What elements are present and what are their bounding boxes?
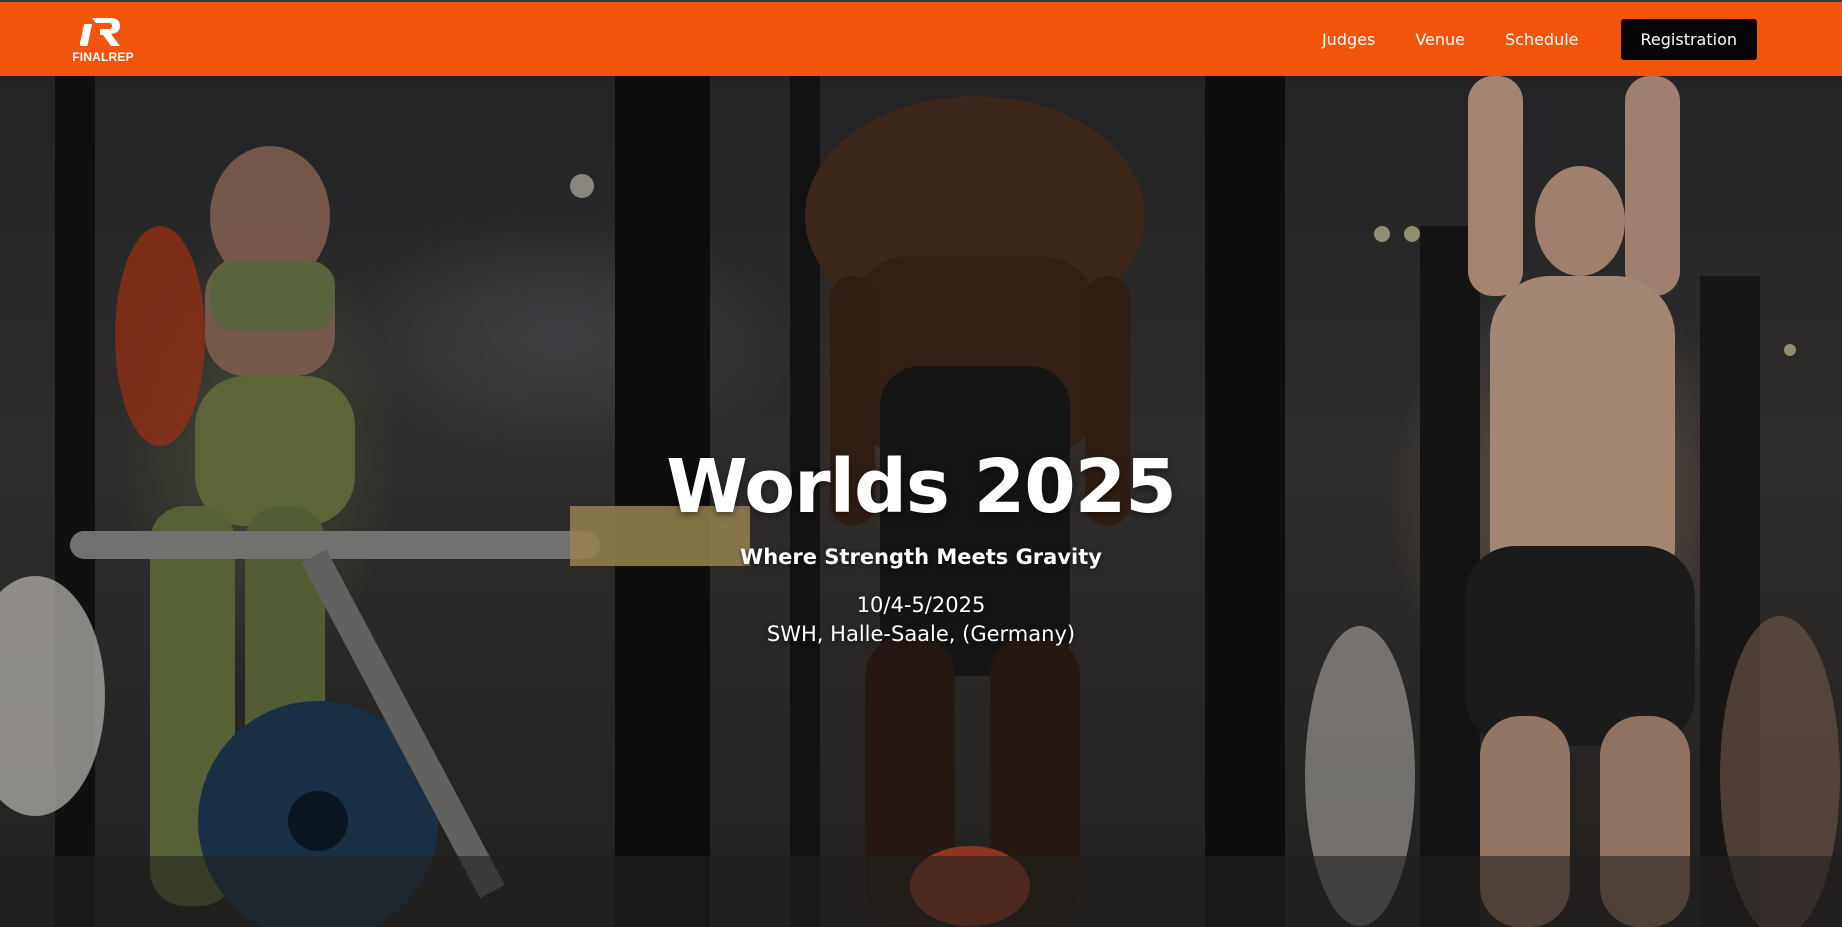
top-navbar: FINALREP Judges Venue Schedule Registrat… (0, 2, 1842, 76)
nav-link-venue[interactable]: Venue (1415, 30, 1465, 49)
event-date: 10/4-5/2025 (856, 593, 986, 617)
brand-name: FINALREP (72, 49, 134, 64)
hero-tagline: Where Strength Meets Gravity (740, 545, 1102, 569)
nav-link-schedule[interactable]: Schedule (1505, 30, 1579, 49)
event-venue: SWH, Halle-Saale, (Germany) (766, 622, 1076, 646)
main-nav: Judges Venue Schedule Registration (1322, 18, 1757, 60)
registration-button[interactable]: Registration (1620, 18, 1757, 60)
hero-content: Worlds 2025 Where Strength Meets Gravity… (0, 76, 1842, 927)
brand-logo[interactable]: FINALREP (64, 15, 142, 64)
nav-link-judges[interactable]: Judges (1322, 30, 1375, 49)
hero-title: Worlds 2025 (666, 444, 1176, 530)
hero-section: Worlds 2025 Where Strength Meets Gravity… (0, 76, 1842, 927)
finalrep-r-logo-icon (80, 17, 120, 46)
